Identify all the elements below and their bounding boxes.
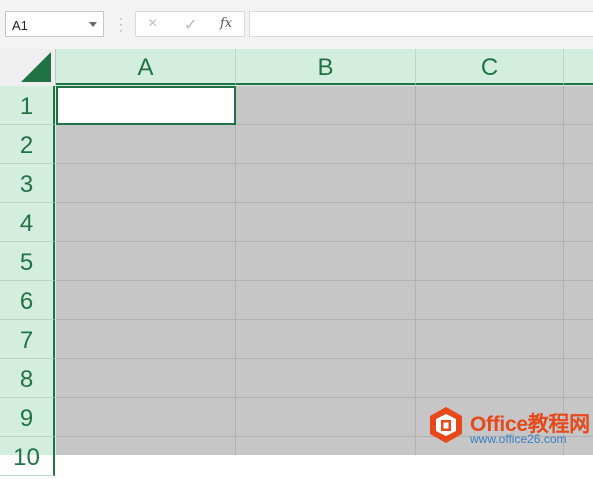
cell-b4[interactable]	[236, 203, 416, 242]
cell-b6[interactable]	[236, 281, 416, 320]
cell-b7[interactable]	[236, 320, 416, 359]
row-header-3[interactable]: 3	[0, 164, 55, 203]
cell-a9[interactable]	[56, 398, 236, 437]
row-header-8[interactable]: 8	[0, 359, 55, 398]
column-header-next[interactable]	[564, 49, 593, 85]
cell-c1[interactable]	[416, 86, 564, 125]
row-headers: 1 2 3 4 5 6 7 8 9 10	[0, 86, 56, 476]
cell-d3[interactable]	[564, 164, 593, 203]
enter-icon[interactable]: ✓	[184, 15, 197, 35]
cell-c6[interactable]	[416, 281, 564, 320]
select-all-button[interactable]	[0, 49, 56, 86]
cell-a4[interactable]	[56, 203, 236, 242]
cell-b1[interactable]	[236, 86, 416, 125]
cell-d2[interactable]	[564, 125, 593, 164]
watermark-url: www.office26.com	[470, 432, 567, 446]
cell-d5[interactable]	[564, 242, 593, 281]
insert-function-icon[interactable]: fx	[220, 16, 232, 31]
row-header-1[interactable]: 1	[0, 86, 55, 125]
row-header-6[interactable]: 6	[0, 281, 55, 320]
cell-b3[interactable]	[236, 164, 416, 203]
cell-c7[interactable]	[416, 320, 564, 359]
cell-c5[interactable]	[416, 242, 564, 281]
watermark: Office教程网 www.office26.com	[428, 402, 593, 452]
cell-d6[interactable]	[564, 281, 593, 320]
cell-grid	[56, 86, 593, 455]
row-header-9[interactable]: 9	[0, 398, 55, 437]
cell-a5[interactable]	[56, 242, 236, 281]
cell-a10[interactable]	[56, 437, 236, 455]
row-header-2[interactable]: 2	[0, 125, 55, 164]
cell-a3[interactable]	[56, 164, 236, 203]
cell-d7[interactable]	[564, 320, 593, 359]
name-box-value: A1	[12, 18, 28, 33]
cell-b2[interactable]	[236, 125, 416, 164]
cell-c3[interactable]	[416, 164, 564, 203]
column-header-b[interactable]: B	[236, 49, 416, 85]
cell-a6[interactable]	[56, 281, 236, 320]
formula-bar: A1 · · · × ✓ fx	[0, 0, 593, 49]
office-logo-icon	[430, 407, 462, 443]
name-box[interactable]: A1	[5, 11, 104, 37]
formula-input[interactable]	[249, 11, 593, 37]
cell-c4[interactable]	[416, 203, 564, 242]
more-options-icon[interactable]: · · ·	[118, 12, 124, 36]
cell-c8[interactable]	[416, 359, 564, 398]
cell-a1[interactable]	[56, 86, 236, 125]
chevron-down-icon[interactable]	[89, 22, 97, 27]
column-header-a[interactable]: A	[56, 49, 236, 85]
row-header-10[interactable]: 10	[0, 437, 55, 476]
cell-d4[interactable]	[564, 203, 593, 242]
cell-c2[interactable]	[416, 125, 564, 164]
formula-buttons: × ✓ fx	[135, 11, 245, 37]
cancel-icon[interactable]: ×	[148, 15, 157, 33]
cell-b5[interactable]	[236, 242, 416, 281]
select-all-triangle-icon	[21, 52, 51, 82]
row-header-7[interactable]: 7	[0, 320, 55, 359]
cell-b8[interactable]	[236, 359, 416, 398]
row-header-4[interactable]: 4	[0, 203, 55, 242]
cell-d8[interactable]	[564, 359, 593, 398]
cell-a2[interactable]	[56, 125, 236, 164]
cell-a8[interactable]	[56, 359, 236, 398]
cell-b9[interactable]	[236, 398, 416, 437]
cell-a7[interactable]	[56, 320, 236, 359]
column-headers: A B C	[56, 49, 593, 86]
cell-d1[interactable]	[564, 86, 593, 125]
cell-b10[interactable]	[236, 437, 416, 455]
row-header-5[interactable]: 5	[0, 242, 55, 281]
column-header-c[interactable]: C	[416, 49, 564, 85]
